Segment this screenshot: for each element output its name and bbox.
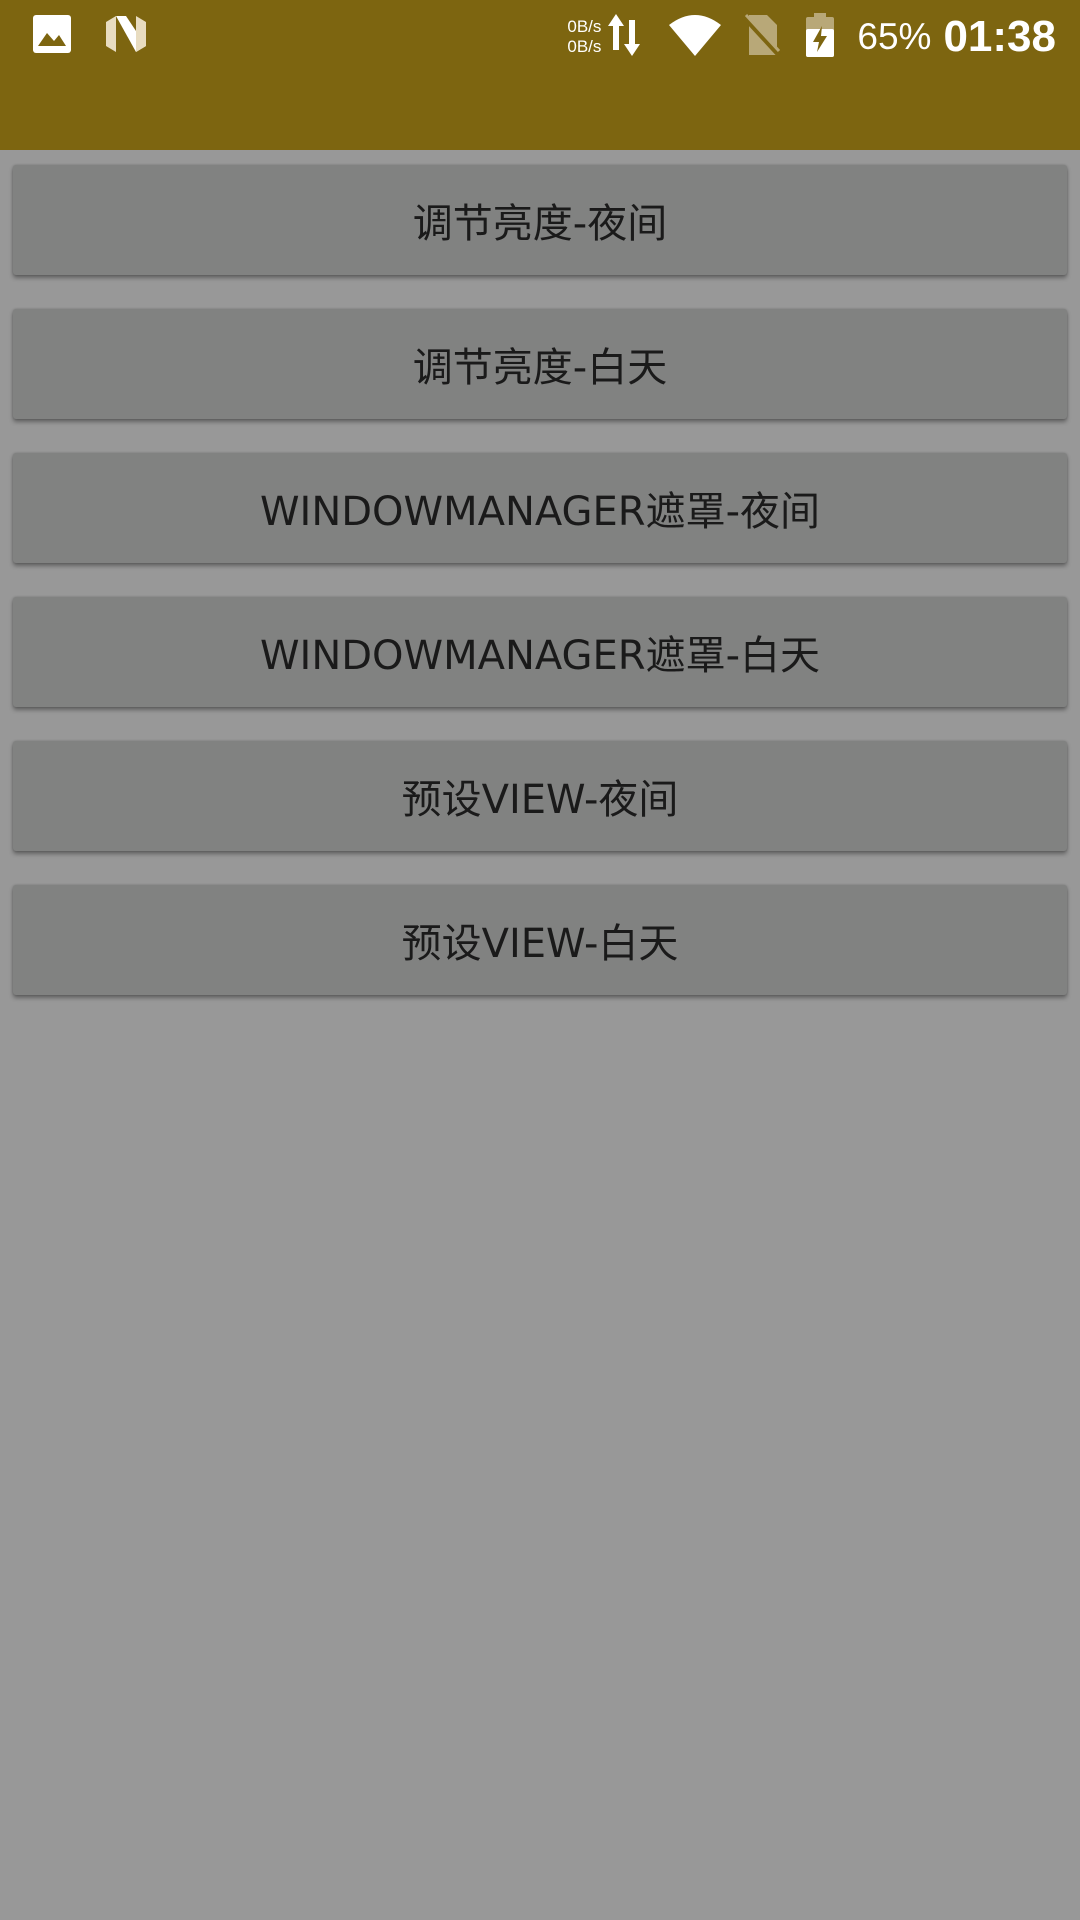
battery-percent: 65% — [857, 16, 932, 57]
status-bar-left — [32, 14, 148, 58]
brightness-day-button[interactable]: 调节亮度-白天 — [13, 309, 1067, 419]
brightness-night-button[interactable]: 调节亮度-夜间 — [13, 165, 1067, 275]
data-transfer-icon — [607, 12, 641, 62]
wifi-icon — [667, 13, 723, 61]
net-speed-down: 0B/s — [567, 37, 602, 56]
clock: 01:38 — [943, 12, 1056, 61]
status-bar-right: 0B/s 0B/s 65% 01:38 — [567, 10, 1056, 64]
windowmanager-mask-day-button[interactable]: WINDOWMANAGER遮罩-白天 — [13, 597, 1067, 707]
status-bar: 0B/s 0B/s 65% 01:38 — [0, 0, 1080, 150]
net-speed-up: 0B/s — [567, 17, 602, 36]
button-list: 调节亮度-夜间 调节亮度-白天 WINDOWMANAGER遮罩-夜间 WINDO… — [13, 165, 1067, 1029]
preset-view-night-button[interactable]: 预设VIEW-夜间 — [13, 741, 1067, 851]
preset-view-day-button[interactable]: 预设VIEW-白天 — [13, 885, 1067, 995]
windowmanager-mask-night-button[interactable]: WINDOWMANAGER遮罩-夜间 — [13, 453, 1067, 563]
no-sim-icon — [741, 13, 782, 61]
network-speed: 0B/s 0B/s — [567, 17, 601, 57]
n-logo-icon — [104, 14, 148, 58]
battery-charging-icon — [805, 12, 835, 62]
image-icon — [32, 14, 72, 58]
